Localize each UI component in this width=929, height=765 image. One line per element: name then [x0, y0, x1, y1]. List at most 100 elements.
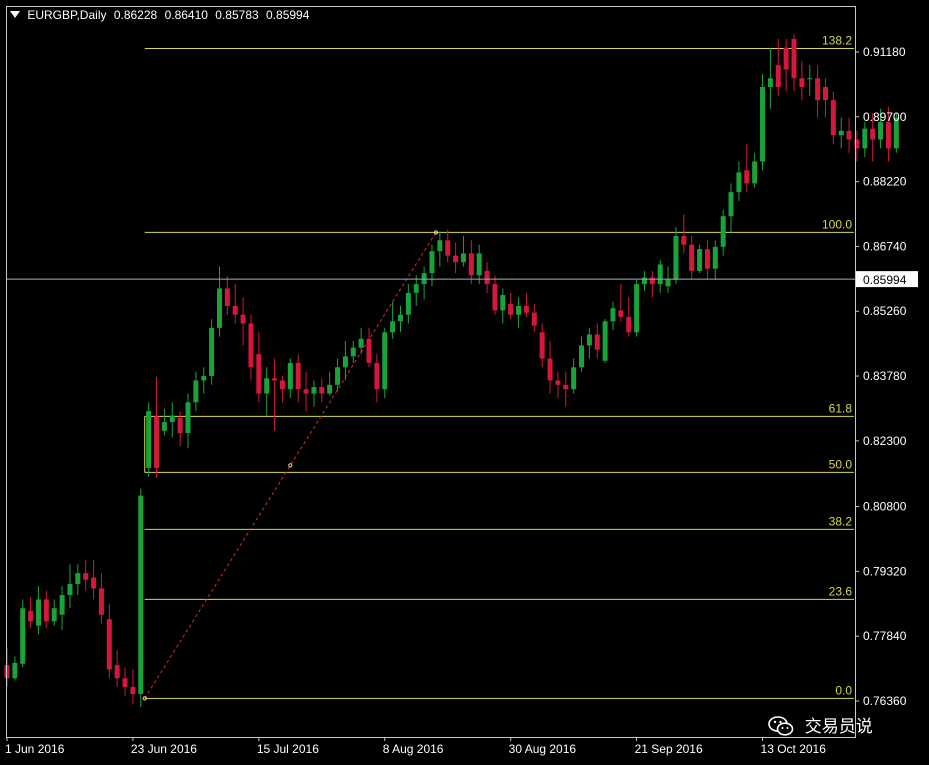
candle-body: [854, 139, 860, 149]
watermark: 交易员说: [768, 712, 873, 737]
candle-body: [775, 65, 781, 88]
candle-body: [862, 128, 868, 149]
candle: [272, 358, 278, 431]
candle-body: [28, 610, 34, 622]
candle: [531, 303, 537, 333]
candle-body: [870, 128, 876, 140]
candle-body: [342, 356, 348, 368]
candle-body: [878, 122, 884, 140]
candle: [311, 380, 317, 407]
candle-body: [476, 253, 482, 276]
candle-body: [838, 130, 844, 136]
candle-body: [232, 305, 238, 315]
candle: [154, 376, 160, 478]
candle-body: [437, 240, 443, 252]
candle: [83, 559, 89, 591]
candle: [500, 288, 506, 324]
chart-window[interactable]: 138.2 100.0 61.8 50.0 38.2 23.6 0.0 0.85994 0.…: [0, 0, 929, 765]
candle: [649, 270, 655, 298]
candle: [484, 262, 490, 293]
candle-body: [681, 235, 687, 245]
candle-body: [209, 327, 215, 377]
candle-body: [728, 192, 734, 217]
candle: [586, 327, 592, 359]
candle-body: [122, 678, 128, 687]
candle: [720, 209, 726, 256]
chart-menu-triangle-icon[interactable]: [10, 11, 20, 18]
candle-body: [91, 577, 97, 589]
candle-body: [767, 78, 773, 88]
candle-body: [799, 78, 805, 88]
candle: [169, 402, 175, 438]
candle: [712, 240, 718, 280]
y-tick-label: 0.91180: [863, 45, 906, 59]
chart-header: EURGBP,Daily 0.86228 0.86410 0.85783 0.8…: [10, 8, 313, 22]
candle-body: [177, 417, 183, 433]
candle: [138, 488, 144, 708]
candle-body: [4, 665, 10, 679]
candle-body: [398, 314, 403, 322]
candle: [767, 47, 773, 109]
candle: [106, 603, 112, 679]
candle: [122, 667, 128, 696]
candle: [161, 408, 167, 436]
candle: [382, 327, 388, 398]
candlestick-chart[interactable]: 138.2 100.0 61.8 50.0 38.2 23.6 0.0 0.85994 0.…: [0, 0, 929, 765]
candle: [398, 305, 403, 333]
candle-body: [335, 367, 341, 385]
candle-body: [429, 251, 435, 274]
x-tick-label: 23 Jun 2016: [131, 742, 197, 756]
candle-body: [830, 100, 836, 136]
candle-body: [114, 665, 120, 679]
ohlc-low: 0.85783: [215, 8, 259, 22]
candle: [224, 276, 230, 315]
ohlc-open: 0.86228: [113, 8, 158, 22]
candle: [342, 341, 348, 381]
candle-body: [366, 338, 372, 363]
candle-body: [689, 244, 695, 271]
x-tick-label: 1 Jun 2016: [5, 742, 65, 756]
candle-body: [169, 415, 175, 423]
ohlc-high: 0.86410: [164, 8, 208, 22]
candle-body: [146, 411, 152, 469]
candle-body: [248, 323, 254, 368]
candle: [98, 573, 104, 624]
candle: [91, 559, 97, 600]
candle: [783, 38, 789, 92]
candle: [838, 117, 844, 149]
candle-body: [319, 387, 325, 394]
candle: [704, 240, 710, 280]
candle: [59, 586, 65, 631]
candles: [4, 34, 899, 708]
candle: [287, 358, 293, 398]
candle-body: [216, 288, 222, 328]
fibonacci-trendline: [142, 230, 439, 701]
candle-body: [492, 284, 498, 311]
candle-body: [641, 277, 647, 285]
candle-body: [224, 288, 230, 306]
candle: [492, 275, 498, 315]
candle: [350, 341, 356, 363]
candle: [75, 564, 81, 596]
y-tick-label: 0.77840: [863, 629, 907, 643]
candle: [539, 323, 545, 368]
candle: [602, 319, 608, 363]
candle: [366, 327, 372, 368]
candle: [697, 244, 703, 274]
candle-body: [287, 362, 293, 390]
candle: [610, 301, 616, 331]
candle-body: [822, 87, 828, 101]
candle: [358, 327, 364, 355]
y-tick-label: 0.82300: [863, 434, 907, 448]
candle: [413, 275, 419, 306]
y-tick-label: 0.79320: [863, 564, 907, 578]
candle-body: [508, 303, 514, 315]
candle: [114, 650, 120, 687]
candle-body: [350, 347, 356, 357]
candle: [523, 292, 529, 317]
candle-body: [484, 270, 490, 285]
candle: [547, 341, 553, 394]
candle: [791, 34, 797, 92]
candle-body: [295, 362, 301, 390]
candle-body: [374, 362, 380, 390]
